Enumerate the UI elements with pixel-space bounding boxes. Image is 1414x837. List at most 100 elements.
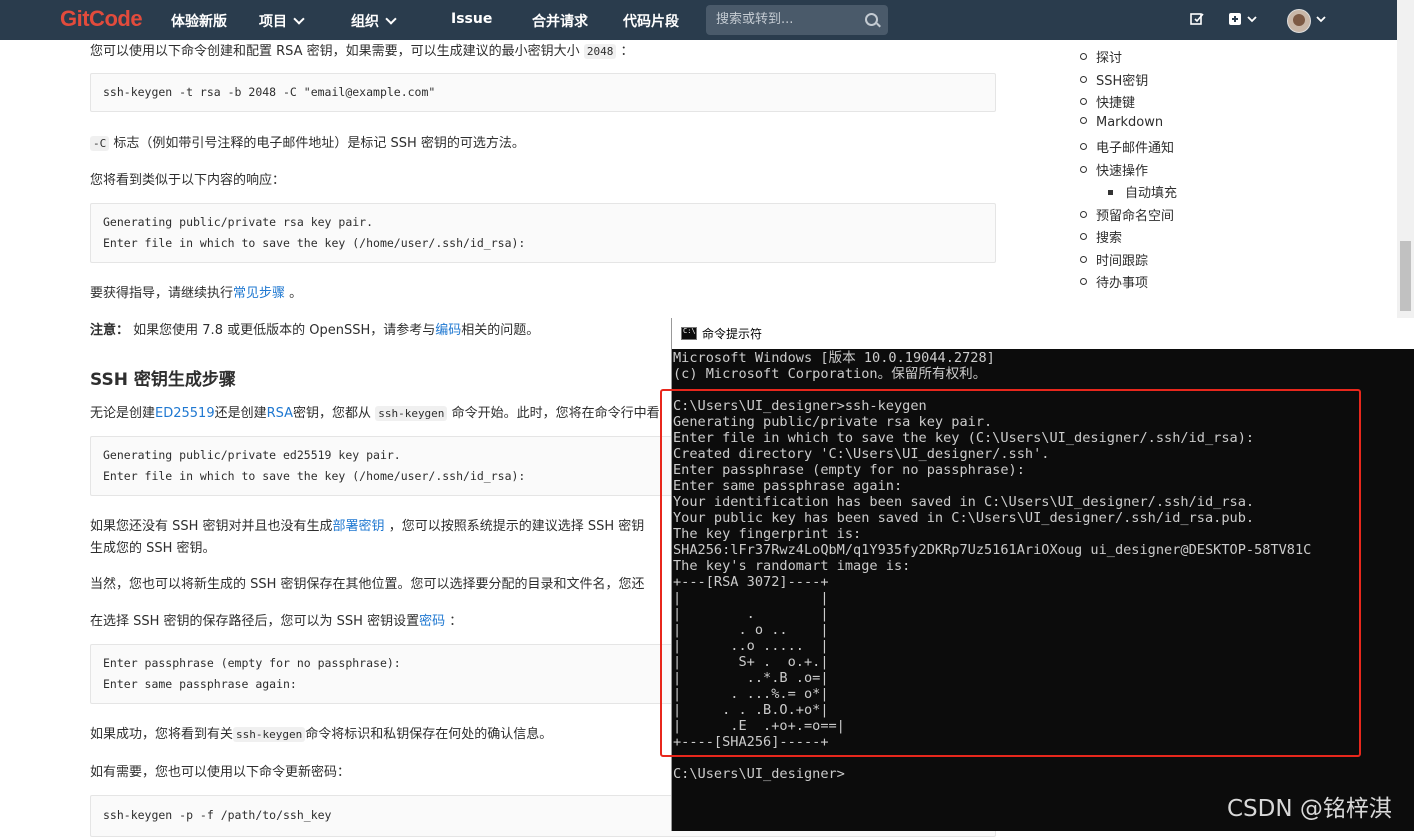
deploy-keys-link[interactable]: 部署密钥 <box>333 519 385 534</box>
chevron-down-icon <box>385 13 397 25</box>
para5: 如果成功，您将看到有关 ssh-keygen 命令将标识和私钥保存在何处的确认信息。 <box>90 723 552 742</box>
toc-label: 预留命名空间 <box>1096 209 1175 224</box>
toc-label: 快速操作 <box>1096 164 1149 179</box>
code-line: Enter passphrase (empty for no passphras… <box>103 656 401 670</box>
toc-item[interactable]: SSH密钥 <box>1080 70 1148 89</box>
bullet-icon <box>1080 76 1087 83</box>
search-icon[interactable] <box>865 13 878 26</box>
response-paragraph: 您将看到类似于以下内容的响应： <box>90 173 286 188</box>
nav-projects-label: 项目 <box>259 14 287 30</box>
para2-text: ，您可以按照系统提示的建议选择 SSH 密钥 <box>388 519 645 534</box>
para4-end: ： <box>449 614 463 629</box>
guide-end: 。 <box>289 286 303 301</box>
para4-text: 在选择 SSH 密钥的保存路径后，您可以为 SSH 密钥设置 <box>90 614 420 629</box>
para1: 无论是创建ED25519还是创建RSA密钥，您都从 ssh-keygen 命令开… <box>90 402 660 421</box>
toc-label: 搜索 <box>1096 231 1123 246</box>
para2: 如果您还没有 SSH 密钥对并且也没有生成部署密钥 ，您可以按照系统提示的建议选… <box>90 515 644 534</box>
code-line: Enter file in which to save the key (/ho… <box>103 236 526 250</box>
toc-item[interactable]: Markdown <box>1080 115 1163 130</box>
toc-label: SSH密钥 <box>1096 74 1149 89</box>
nav-projects[interactable]: 项目 <box>259 11 305 31</box>
toc-item[interactable]: 搜索 <box>1080 227 1122 246</box>
avatar[interactable] <box>1287 9 1311 33</box>
inline-code: ssh-keygen <box>375 406 448 421</box>
square-bullet-icon <box>1108 190 1113 195</box>
nav-merge-requests[interactable]: 合并请求 <box>532 11 588 31</box>
intro-end: ： <box>620 44 634 59</box>
para3: 当然，您也可以将新生成的 SSH 密钥保存在其他位置。您可以选择要分配的目录和文… <box>90 577 645 592</box>
bullet-icon <box>1080 53 1087 60</box>
code-block-1: ssh-keygen -t rsa -b 2048 -C "email@exam… <box>90 73 996 112</box>
intro-paragraph: 您可以使用以下命令创建和配置 RSA 密钥，如果需要，可以生成建议的最小密钥大小… <box>90 40 633 59</box>
toc-item[interactable]: 快速操作 <box>1080 160 1148 179</box>
para1-text: 密钥，您都从 <box>293 406 372 421</box>
code-block-2: Generating public/private rsa key pair. … <box>90 203 996 263</box>
code-line: Generating public/private ed25519 key pa… <box>103 448 401 462</box>
flag-paragraph: -C 标志（例如带引号注释的电子邮件地址）是标记 SSH 密钥的可选方法。 <box>90 132 525 151</box>
note-text: 如果您使用 7.8 或更低版本的 OpenSSH，请参考与 <box>133 323 436 338</box>
encoding-link[interactable]: 编码 <box>435 323 461 338</box>
new-item-icon[interactable] <box>1229 12 1259 30</box>
guide-text: 要获得指导，请继续执行 <box>90 286 234 301</box>
toc-item[interactable]: 快捷键 <box>1080 92 1135 111</box>
nav-try-new[interactable]: 体验新版 <box>171 11 227 31</box>
cmd-titlebar[interactable]: 命令提示符 <box>672 318 1414 349</box>
code-line: ssh-keygen -p -f /path/to/ssh_key <box>103 808 332 822</box>
bullet-icon <box>1080 143 1087 150</box>
edit-todo-icon[interactable] <box>1190 12 1204 30</box>
toc-subitem[interactable]: 自动填充 <box>1108 182 1177 201</box>
toc-label: 自动填充 <box>1125 186 1178 201</box>
para1-text: 命令开始。此时，您将在命令行中看 <box>451 406 660 421</box>
section-heading: SSH 密钥生成步骤 <box>90 370 236 390</box>
code-line: Enter same passphrase again: <box>103 677 297 691</box>
bullet-icon <box>1080 98 1087 105</box>
para2-text: 如果您还没有 SSH 密钥对并且也没有生成 <box>90 519 333 534</box>
toc-item[interactable]: 电子邮件通知 <box>1080 137 1174 156</box>
common-steps-link[interactable]: 常见步骤 <box>233 286 285 301</box>
inline-code: ssh-keygen <box>233 727 306 742</box>
watermark: CSDN @铭梓淇 <box>1227 796 1392 822</box>
rsa-link[interactable]: RSA <box>267 406 293 421</box>
bullet-icon <box>1080 278 1087 285</box>
toc-item[interactable]: 预留命名空间 <box>1080 205 1174 224</box>
cmd-icon <box>681 327 697 340</box>
para5-text: 如果成功，您将看到有关 <box>90 727 234 742</box>
toc-item[interactable]: 待办事项 <box>1080 272 1148 291</box>
chevron-down-icon[interactable] <box>1315 12 1327 30</box>
toc-label: 快捷键 <box>1096 96 1136 111</box>
code-line: Enter file in which to save the key (/ho… <box>103 469 526 483</box>
search-input[interactable] <box>714 11 858 28</box>
nav-groups[interactable]: 组织 <box>351 11 397 31</box>
nav-issue[interactable]: Issue <box>451 11 492 27</box>
terminal-line: (c) Microsoft Corporation。保留所有权利。 <box>673 366 987 382</box>
bullet-icon <box>1080 211 1087 218</box>
bullet-icon <box>1080 166 1087 173</box>
cmd-title: 命令提示符 <box>702 327 763 341</box>
password-link[interactable]: 密码 <box>419 614 445 629</box>
toc-item[interactable]: 时间跟踪 <box>1080 250 1148 269</box>
guide-paragraph: 要获得指导，请继续执行常见步骤 。 <box>90 282 302 301</box>
toc-label: 待办事项 <box>1096 276 1149 291</box>
toc-label: 电子邮件通知 <box>1096 141 1175 156</box>
search-box[interactable] <box>706 5 888 35</box>
toc-item[interactable]: 探讨 <box>1080 47 1122 66</box>
gitcode-logo[interactable]: GitCode <box>60 6 143 32</box>
flag-text: 标志（例如带引号注释的电子邮件地址）是标记 SSH 密钥的可选方法。 <box>113 136 525 151</box>
toc-label: 探讨 <box>1096 51 1123 66</box>
top-navbar: GitCode 体验新版 项目 组织 Issue 合并请求 代码片段 <box>0 0 1397 40</box>
note-end: 相关的问题。 <box>461 323 540 338</box>
ed25519-link[interactable]: ED25519 <box>155 406 215 421</box>
scrollbar-thumb[interactable] <box>1400 241 1411 311</box>
code-line: Generating public/private rsa key pair. <box>103 215 374 229</box>
terminal-line: Microsoft Windows [版本 10.0.19044.2728] <box>673 350 995 366</box>
nav-groups-label: 组织 <box>351 14 379 30</box>
para4: 在选择 SSH 密钥的保存路径后，您可以为 SSH 密钥设置密码 ： <box>90 610 462 629</box>
intro-text: 您可以使用以下命令创建和配置 RSA 密钥，如果需要，可以生成建议的最小密钥大小 <box>90 44 580 59</box>
toc-label: Markdown <box>1096 115 1164 130</box>
note-label: 注意： <box>90 323 130 338</box>
toc-label: 时间跟踪 <box>1096 254 1149 269</box>
nav-snippets[interactable]: 代码片段 <box>623 11 679 31</box>
bullet-icon <box>1080 256 1087 263</box>
code-line: ssh-keygen -t rsa -b 2048 -C "email@exam… <box>103 85 436 99</box>
inline-code: -C <box>90 136 110 151</box>
